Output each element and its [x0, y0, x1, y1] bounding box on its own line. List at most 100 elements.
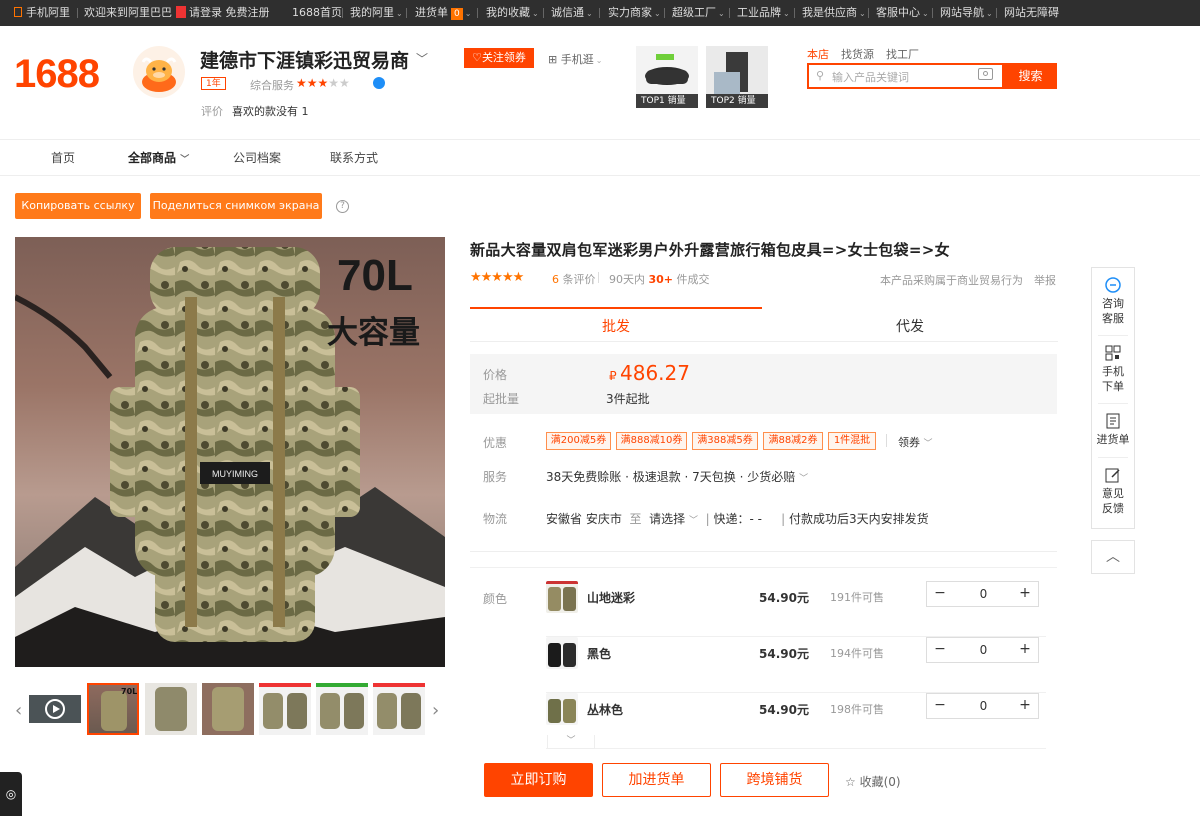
nav-home[interactable]: 首页 [51, 149, 75, 166]
site-logo[interactable]: 1688 [14, 52, 100, 97]
chevron-down-icon[interactable]: ﹀ [416, 50, 428, 67]
sku-swatch-jungle[interactable] [546, 693, 578, 725]
tab-wholesale[interactable]: 批发 [470, 316, 762, 336]
topbar-home[interactable]: 1688首页 [292, 0, 342, 26]
quantity-input[interactable]: 0 [953, 582, 1014, 606]
topbar-accessible[interactable]: 网站无障碍 [1004, 0, 1059, 26]
moq-value: 3件起批 [606, 392, 650, 406]
decrement-button[interactable]: − [927, 582, 953, 606]
sidebar-consult[interactable]: 咨询客服 [1092, 276, 1134, 326]
thumb-5[interactable] [316, 683, 368, 735]
product-main-image[interactable]: MUYIMING 70L 大容量 [15, 237, 445, 667]
sold-count: 90天内 30+ 件成交 [609, 273, 710, 286]
report-link[interactable]: 举报 [1034, 272, 1056, 288]
topbar-industrial[interactable]: 工业品牌 ⌄ [737, 0, 790, 26]
thumb-next-arrow[interactable]: › [432, 700, 439, 721]
top2-product[interactable]: TOP2 销量 [706, 46, 768, 108]
sidebar-mobile-order[interactable]: 手机下单 [1092, 344, 1134, 394]
expand-skus-chevron-icon[interactable]: ﹀ [547, 735, 595, 749]
login-link[interactable]: 请登录 免费注册 [176, 0, 270, 26]
quantity-input[interactable]: 0 [953, 638, 1014, 662]
register-link[interactable]: 免费注册 [226, 6, 270, 19]
buy-now-button[interactable]: 立即订购 [484, 763, 593, 797]
nav-all-products[interactable]: 全部商品 ﹀ [128, 149, 189, 166]
increment-button[interactable]: + [1012, 582, 1038, 606]
thumb-2[interactable] [145, 683, 197, 735]
sidebar-feedback[interactable]: 意见反馈 [1092, 466, 1134, 516]
thumb-1[interactable]: 70L [87, 683, 139, 735]
topbar-cart[interactable]: 进货单 0 ⌄ [415, 0, 471, 26]
cross-border-button[interactable]: 跨境铺货 [720, 763, 829, 797]
sku-swatch-camo[interactable] [546, 581, 578, 613]
video-thumb[interactable] [29, 695, 81, 723]
copy-link-button[interactable]: Копировать ссылку [15, 193, 141, 219]
eval-value[interactable]: 喜欢的款没有 1 [232, 103, 309, 119]
increment-button[interactable]: + [1012, 694, 1038, 718]
top2-tag: TOP2 销量 [706, 94, 768, 108]
favorite-button[interactable]: ☆ 收藏(0) [845, 773, 901, 790]
chevron-down-icon: ⌄ [532, 9, 539, 18]
mobile-ali-link[interactable]: 手机阿里 [14, 0, 70, 26]
scope-factory[interactable]: 找工厂 [886, 48, 919, 61]
sku-row: 黑色 54.90元 194件可售 − 0 + [546, 637, 1046, 693]
shop-avatar[interactable] [133, 46, 185, 98]
topbar-my-ali[interactable]: 我的阿里 ⌄ [350, 0, 403, 26]
chevron-down-icon: ⌄ [718, 9, 725, 18]
search-button[interactable]: 搜索 [1004, 63, 1057, 89]
top1-product[interactable]: TOP1 销量 [636, 46, 698, 108]
bull-mascot-icon [141, 57, 177, 92]
share-screenshot-button[interactable]: Поделиться снимком экрана [150, 193, 322, 219]
add-to-cart-button[interactable]: 加进货单 [602, 763, 711, 797]
topbar-site-nav[interactable]: 网站导航 ⌄ [940, 0, 993, 26]
camera-icon[interactable] [978, 68, 993, 80]
topbar-merchant[interactable]: 实力商家 ⌄ [608, 0, 661, 26]
get-coupons-dropdown[interactable]: 领券 ﹀ [898, 434, 933, 450]
thumb-prev-arrow[interactable]: ‹ [15, 700, 22, 721]
chevron-down-icon: ﹀ [923, 439, 933, 449]
price-box [470, 354, 1057, 414]
promo-coupon[interactable]: 满888减10券 [616, 432, 687, 450]
nav-company[interactable]: 公司档案 [233, 149, 281, 166]
nav-contact[interactable]: 联系方式 [330, 149, 378, 166]
product-title: 新品大容量双肩包军迷彩男户外升露营旅行箱包皮具=>女士包袋=>女 [470, 241, 950, 259]
topbar-service[interactable]: 客服中心 ⌄ [876, 0, 929, 26]
shop-name[interactable]: 建德市下涯镇彩迅贸易商 [200, 46, 409, 73]
increment-button[interactable]: + [1012, 638, 1038, 662]
eval-label: 评价 [201, 105, 223, 118]
promo-coupon[interactable]: 满88减2券 [763, 432, 823, 450]
sku-swatch-black[interactable] [546, 637, 578, 669]
topbar-supplier[interactable]: 我是供应商 ⌄ [802, 0, 866, 26]
edit-icon [1105, 468, 1120, 483]
follow-button[interactable]: ♡关注领券 [464, 48, 534, 68]
topbar-trust[interactable]: 诚信通 ⌄ [551, 0, 593, 26]
decrement-button[interactable]: − [927, 694, 953, 718]
thumb-6[interactable] [373, 683, 425, 735]
service-value[interactable]: 38天免费赊账 · 极速退款 · 7天包换 · 少货必赔 ﹀ [546, 468, 808, 485]
scope-source[interactable]: 找货源 [841, 48, 874, 61]
destination-select[interactable]: 请选择 [649, 512, 685, 526]
sku-stock: 194件可售 [830, 647, 884, 660]
sku-name: 黑色 [587, 647, 612, 661]
thumb-3[interactable] [202, 683, 254, 735]
promo-coupon[interactable]: 满388减5券 [692, 432, 758, 450]
chat-icon [1105, 277, 1121, 293]
scope-shop[interactable]: 本店 [807, 48, 829, 61]
help-icon[interactable]: ? [336, 200, 349, 213]
sku-price: 54.90元 [759, 591, 809, 605]
review-count[interactable]: 6 条评价 [552, 271, 596, 287]
corner-tool-button[interactable]: ◎ [0, 772, 22, 816]
thumb-4[interactable] [259, 683, 311, 735]
promo-mixed-batch[interactable]: 1件混批 [828, 432, 876, 450]
sidebar-cart[interactable]: 进货单 [1092, 412, 1134, 447]
promo-coupon[interactable]: 满200减5券 [546, 432, 611, 450]
right-sidebar: 咨询客服 手机下单 进货单 意见反馈 [1091, 267, 1135, 529]
chevron-down-icon: ﹀ [688, 516, 698, 526]
back-to-top-chevron-up-icon[interactable]: ︿ [1091, 540, 1135, 574]
quantity-input[interactable]: 0 [953, 694, 1014, 718]
tab-dropship[interactable]: 代发 [762, 316, 1058, 336]
mobile-shop-link[interactable]: ⊞ 手机逛 ⌄ [548, 51, 602, 67]
play-icon [45, 699, 65, 719]
topbar-super-factory[interactable]: 超级工厂 ⌄ [672, 0, 725, 26]
decrement-button[interactable]: − [927, 638, 953, 662]
topbar-favorites[interactable]: 我的收藏 ⌄ [486, 0, 539, 26]
